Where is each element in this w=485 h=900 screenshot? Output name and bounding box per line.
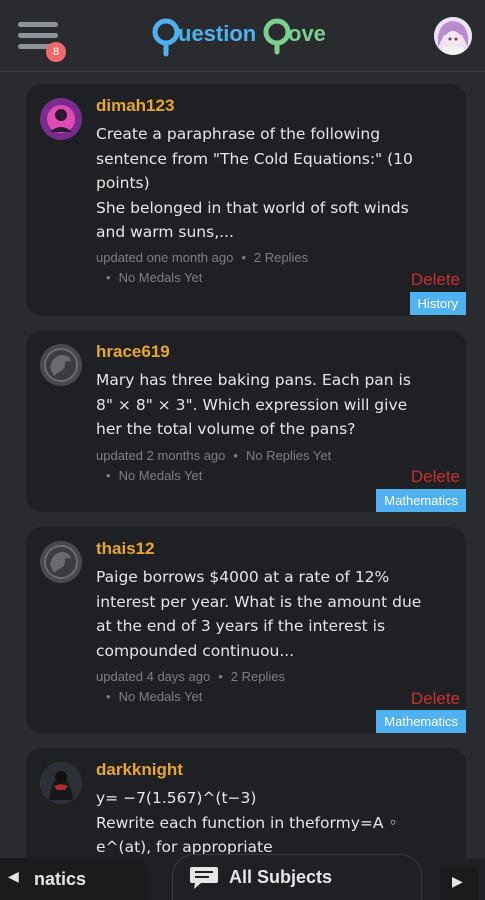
- question-text[interactable]: Mary has three baking pans. Each pan is …: [96, 368, 431, 442]
- bottom-subject-nav: ◀ natics All Subjects ▶: [0, 854, 485, 900]
- default-avatar-icon: [40, 344, 82, 386]
- question-line: She belonged in that world of soft winds…: [96, 198, 409, 242]
- separator-dot: •: [106, 270, 111, 285]
- default-avatar-icon: [40, 541, 82, 583]
- user-avatar[interactable]: [40, 344, 82, 386]
- username[interactable]: thais12: [96, 539, 155, 559]
- delete-button[interactable]: Delete: [411, 270, 460, 290]
- arrow-right-icon: ▶: [452, 874, 463, 890]
- delete-button[interactable]: Delete: [411, 689, 460, 709]
- username[interactable]: dimah123: [96, 96, 174, 116]
- separator-dot: •: [241, 250, 246, 265]
- user-avatar[interactable]: [40, 98, 82, 140]
- user-avatar[interactable]: [434, 17, 472, 55]
- question-line: Rewrite each function in theformy=A ◦ e^…: [96, 813, 398, 857]
- updated-time: updated 4 days ago: [96, 669, 211, 684]
- question-text[interactable]: Paige borrows $4000 at a rate of 12% int…: [96, 565, 431, 663]
- post-meta: updated one month ago • 2 Replies: [96, 250, 308, 265]
- subject-tag[interactable]: Mathematics: [376, 489, 466, 512]
- username[interactable]: hrace619: [96, 342, 170, 362]
- user-photo-icon: [40, 762, 82, 804]
- all-subjects-label: All Subjects: [229, 867, 333, 887]
- separator-dot: •: [106, 689, 111, 704]
- delete-button[interactable]: Delete: [411, 467, 460, 487]
- arrow-left-icon: ◀: [8, 869, 19, 885]
- logo-icon: uestion ove: [152, 18, 326, 57]
- menu-button[interactable]: 8: [16, 16, 66, 62]
- question-card[interactable]: dimah123 Create a paraphrase of the foll…: [26, 84, 466, 316]
- question-card[interactable]: thais12 Paige borrows $4000 at a rate of…: [26, 527, 466, 733]
- separator-dot: •: [106, 468, 111, 483]
- reply-count: No Replies Yet: [245, 448, 332, 463]
- updated-time: updated 2 months ago: [96, 448, 226, 463]
- menu-icon-bar: [18, 22, 58, 27]
- menu-icon-bar: [18, 33, 58, 38]
- post-meta: updated 4 days ago • 2 Replies: [96, 669, 285, 684]
- medal-count: No Medals Yet: [118, 468, 203, 483]
- question-card[interactable]: hrace619 Mary has three baking pans. Eac…: [26, 330, 466, 512]
- top-header: 8 uestion ove: [0, 0, 485, 72]
- question-line: y= −7(1.567)^(t−3): [96, 789, 257, 807]
- questioncove-logo[interactable]: uestion ove: [150, 10, 330, 60]
- question-text[interactable]: y= −7(1.567)^(t−3) Rewrite each function…: [96, 786, 431, 860]
- medal-count: No Medals Yet: [118, 270, 203, 285]
- previous-subject-button[interactable]: ◀ natics: [0, 858, 148, 900]
- svg-text:uestion: uestion: [178, 21, 256, 46]
- subject-tag[interactable]: Mathematics: [376, 710, 466, 733]
- profile-avatar-icon: [434, 17, 472, 55]
- post-meta: updated 2 months ago • No Replies Yet: [96, 448, 331, 463]
- separator-dot: •: [218, 669, 223, 684]
- post-medals: • No Medals Yet: [106, 270, 202, 285]
- reply-count: 2 Replies: [230, 669, 285, 684]
- chat-icon: [190, 867, 218, 889]
- next-subject-button[interactable]: ▶: [440, 866, 478, 900]
- post-medals: • No Medals Yet: [106, 689, 202, 704]
- notification-badge: 8: [46, 42, 66, 62]
- post-medals: • No Medals Yet: [106, 468, 202, 483]
- all-subjects-button[interactable]: All Subjects: [172, 854, 422, 900]
- user-photo-icon: [40, 98, 82, 140]
- username[interactable]: darkknight: [96, 760, 183, 780]
- user-avatar[interactable]: [40, 541, 82, 583]
- question-line: Create a paraphrase of the following sen…: [96, 125, 413, 192]
- question-text[interactable]: Create a paraphrase of the following sen…: [96, 122, 431, 245]
- subject-tag[interactable]: History: [409, 292, 466, 315]
- reply-count: 2 Replies: [253, 250, 309, 265]
- medal-count: No Medals Yet: [118, 689, 203, 704]
- svg-text:ove: ove: [288, 21, 326, 46]
- previous-subject-label: natics: [34, 869, 87, 889]
- separator-dot: •: [233, 448, 238, 463]
- user-avatar[interactable]: [40, 762, 82, 804]
- updated-time: updated one month ago: [96, 250, 234, 265]
